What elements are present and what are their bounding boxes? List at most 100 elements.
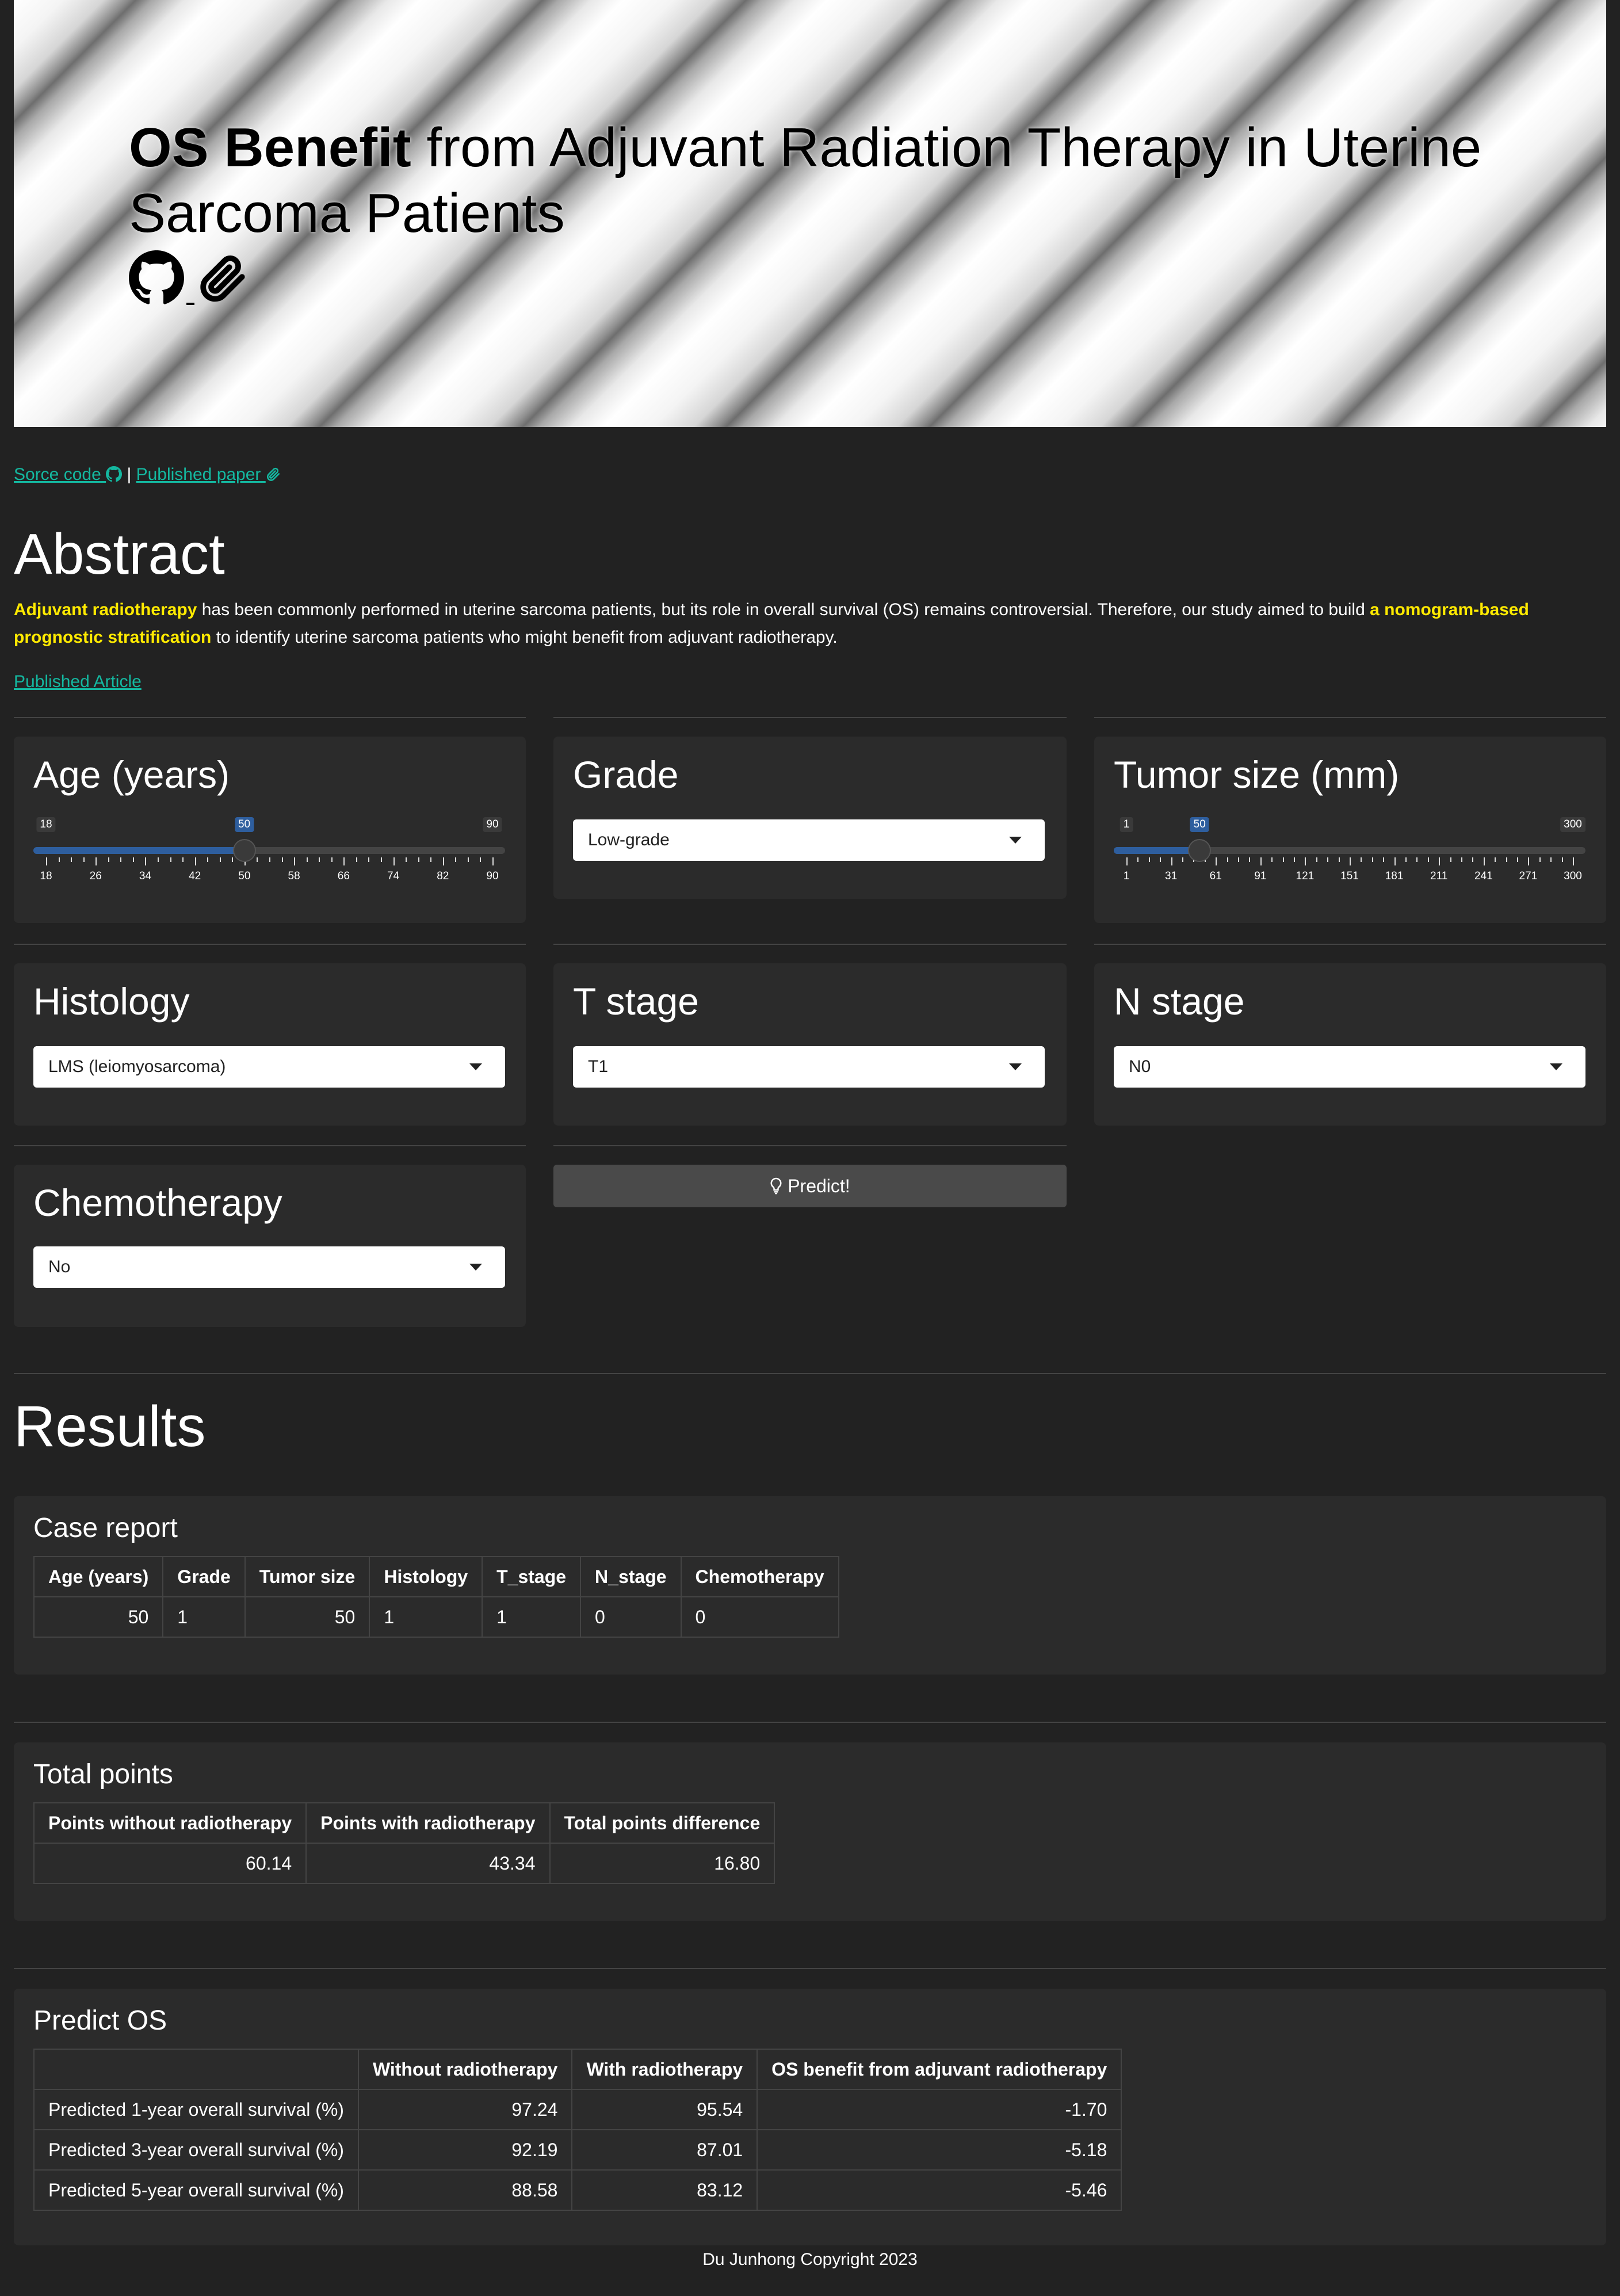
tumor-size-slider-tick [1171, 857, 1172, 865]
table-cell: Predicted 5-year overall survival (%) [33, 2169, 359, 2211]
chemotherapy-card: Chemotherapy No [14, 1165, 526, 1327]
t-stage-card: T stage T1 [553, 963, 1067, 1126]
divider [553, 944, 1067, 945]
tumor-size-slider-tick-label: 300 [1564, 870, 1582, 882]
tumor-size-slider-minor-tick [1316, 857, 1317, 862]
histology-select[interactable]: LMS (leiomyosarcoma) [33, 1046, 505, 1088]
table-row: Predicted 1-year overall survival (%) 97.… [33, 2089, 1122, 2130]
tumor-size-slider-tick-label: 121 [1296, 870, 1315, 882]
github-icon[interactable] [129, 250, 184, 308]
age-slider-minor-tick [480, 857, 482, 862]
divider [14, 1373, 1606, 1374]
divider [14, 1968, 1606, 1969]
tumor-size-slider-tick [1483, 857, 1485, 865]
tumor-size-slider-minor-tick [1405, 857, 1407, 862]
caret-down-icon [469, 1063, 482, 1070]
page-title: OS Benefit from Adjuvant Radiation Thera… [129, 117, 1482, 244]
tumor-size-slider-tick-label: 91 [1254, 870, 1267, 882]
table-cell: 0 [580, 1596, 682, 1638]
tumor-size-slider-tick [1216, 857, 1217, 865]
age-slider-minor-tick [232, 857, 234, 862]
age-slider-tick-label: 42 [189, 870, 201, 882]
table-header-cell [33, 2049, 359, 2090]
age-slider-handle[interactable] [232, 839, 256, 862]
age-slider-tick-label: 82 [437, 870, 449, 882]
table-header-cell: N_stage [580, 1556, 682, 1597]
age-slider-tick [343, 857, 345, 865]
table-header-cell: Histology [369, 1556, 483, 1597]
tumor-size-slider-tick-label: 211 [1430, 870, 1448, 882]
age-slider-minor-tick [430, 857, 432, 862]
table-header-cell: Points without radiotherapy [33, 1802, 307, 1844]
age-slider-max: 90 [483, 817, 502, 832]
age-slider-minor-tick [381, 857, 382, 862]
table-cell: Predicted 3-year overall survival (%) [33, 2129, 359, 2171]
case-report-title: Case report [33, 1513, 178, 1543]
tumor-size-slider-tick-label: 31 [1165, 870, 1178, 882]
age-slider-minor-tick [108, 857, 109, 862]
tumor-size-slider-handle[interactable] [1188, 839, 1212, 862]
paperclip-icon[interactable] [197, 250, 249, 308]
table-header-cell: Points with radiotherapy [305, 1802, 551, 1844]
source-code-link[interactable]: Sorce code [14, 465, 123, 484]
published-article-link[interactable]: Published Article [14, 672, 142, 692]
tumor-size-slider-tick [1528, 857, 1530, 865]
t-stage-label: T stage [573, 980, 699, 1023]
age-slider-minor-tick [356, 857, 357, 862]
table-cell: 83.12 [571, 2169, 758, 2211]
tumor-size-slider-tick [1394, 857, 1396, 865]
results-heading: Results [14, 1394, 206, 1459]
age-slider-tick-label: 66 [337, 870, 350, 882]
age-slider-tick [194, 857, 196, 865]
age-slider-tick [393, 857, 395, 865]
grade-card: Grade Low-grade [553, 737, 1067, 899]
tumor-size-slider-minor-tick [1238, 857, 1239, 862]
age-slider-tick [294, 857, 296, 865]
age-slider-minor-tick [319, 857, 320, 862]
tumor-size-slider-minor-tick [1271, 857, 1273, 862]
chemotherapy-select[interactable]: No [33, 1246, 505, 1288]
tumor-size-slider[interactable]: 1 300 50 1 31 61 91 121 151 181 211 241 271 300 [1114, 817, 1585, 886]
tumor-size-slider-min: 1 [1120, 817, 1133, 832]
age-slider-minor-tick [170, 857, 171, 862]
divider [14, 717, 526, 718]
table-cell: 97.24 [357, 2089, 573, 2130]
age-slider-tick-label: 90 [486, 870, 499, 882]
predict-os-table: Without radiotherapy With radiotherapy OS … [33, 2049, 1122, 2211]
n-stage-label: N stage [1114, 980, 1245, 1023]
age-slider-minor-tick [207, 857, 209, 862]
n-stage-select[interactable]: N0 [1114, 1046, 1585, 1088]
divider [14, 944, 526, 945]
predict-os-title: Predict OS [33, 2005, 167, 2036]
tumor-size-slider-minor-tick [1371, 857, 1373, 862]
age-slider-minor-tick [158, 857, 159, 862]
tumor-size-card: Tumor size (mm) 1 300 50 1 31 61 91 121 151 181 21… [1094, 737, 1606, 923]
age-slider-tick-label: 58 [288, 870, 300, 882]
grade-select[interactable]: Low-grade [573, 819, 1045, 861]
published-paper-link[interactable]: Published paper [136, 465, 281, 484]
n-stage-card: N stage N0 [1094, 963, 1606, 1126]
caret-down-icon [1009, 1063, 1022, 1070]
tumor-size-slider-minor-tick [1550, 857, 1552, 862]
age-slider-minor-tick [219, 857, 221, 862]
age-slider-minor-tick [281, 857, 283, 862]
abstract-heading: Abstract [14, 522, 225, 586]
divider [14, 1145, 526, 1146]
table-header-cell: OS benefit from adjuvant radiotherapy [756, 2049, 1122, 2090]
t-stage-select[interactable]: T1 [573, 1046, 1045, 1088]
age-slider-minor-tick [182, 857, 184, 862]
tumor-size-slider-minor-tick [1506, 857, 1507, 862]
age-slider[interactable]: 18 90 50 18 26 34 42 50 58 66 74 82 90 [33, 817, 505, 886]
caret-down-icon [469, 1264, 482, 1271]
table-cell: 92.19 [357, 2129, 573, 2171]
tumor-size-slider-minor-tick [1495, 857, 1496, 862]
tumor-size-slider-minor-tick [1282, 857, 1284, 862]
table-cell: 60.14 [33, 1843, 307, 1884]
predict-button[interactable]: Predict! [553, 1165, 1067, 1207]
age-slider-tick-label: 18 [40, 870, 52, 882]
tumor-size-slider-minor-tick [1416, 857, 1418, 862]
table-header-cell: With radiotherapy [571, 2049, 758, 2090]
table-cell: 1 [482, 1596, 582, 1638]
table-header-cell: Total points difference [549, 1802, 775, 1844]
tumor-size-slider-minor-tick [1294, 857, 1295, 862]
